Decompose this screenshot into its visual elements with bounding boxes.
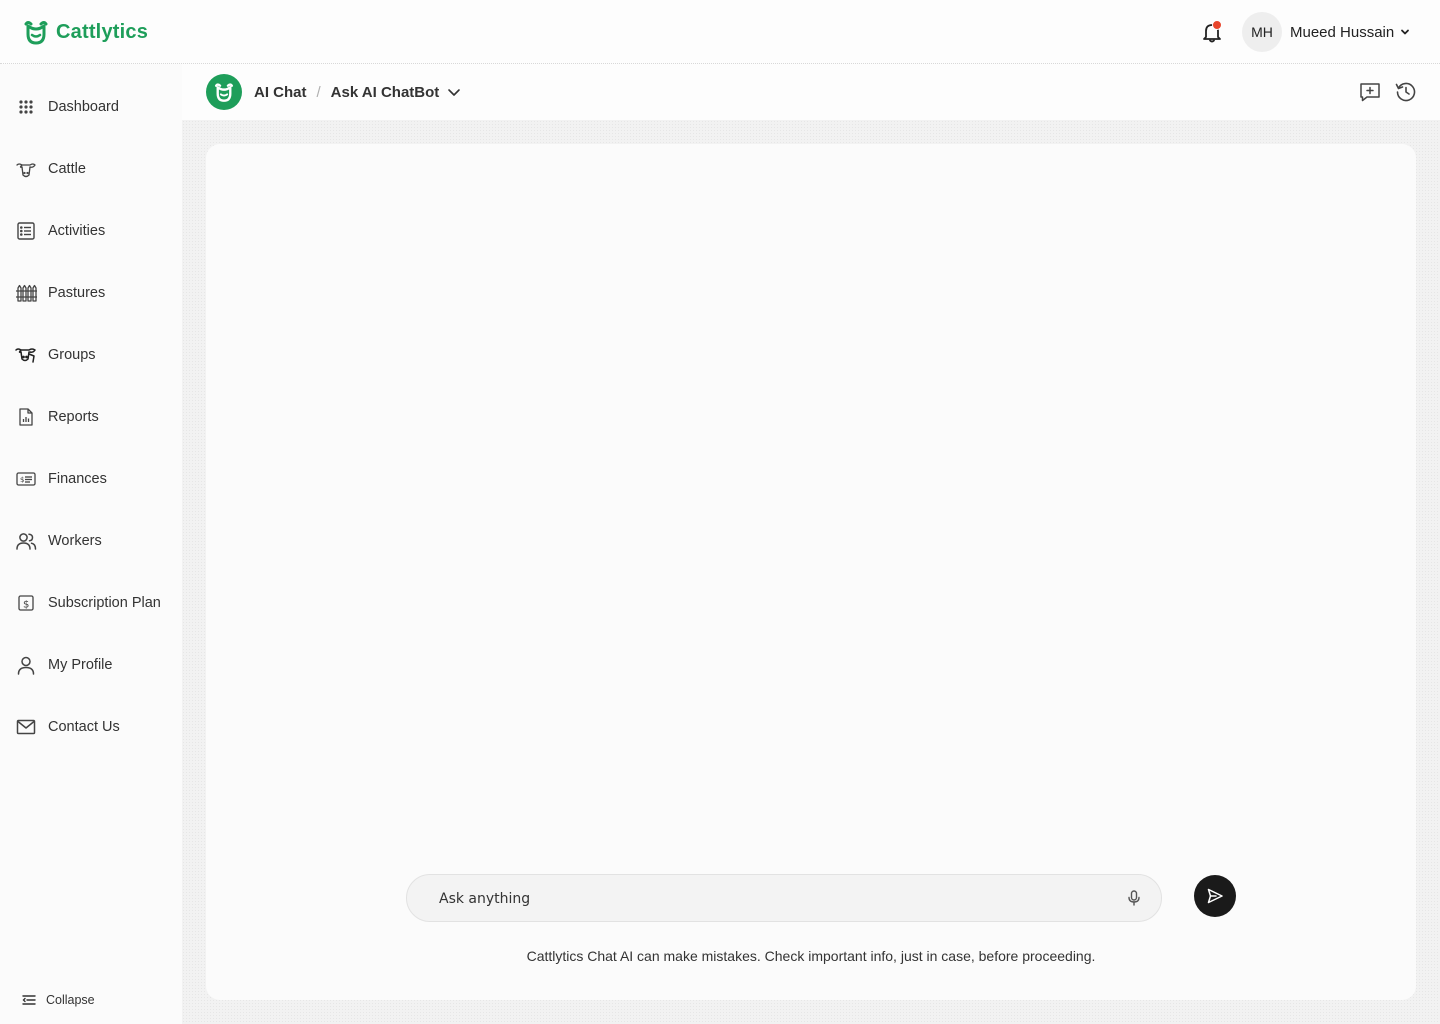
history-icon — [1395, 82, 1416, 102]
sidebar-item-activities[interactable]: Activities — [14, 217, 176, 245]
chat-panel — [206, 144, 1416, 1000]
user-icon — [14, 653, 38, 677]
sidebar-item-reports[interactable]: Reports — [14, 403, 176, 431]
sidebar-item-label: Workers — [48, 533, 102, 549]
svg-text:$: $ — [20, 476, 24, 484]
chevron-down-icon — [448, 89, 461, 96]
new-chat-button[interactable] — [1358, 80, 1382, 104]
users-icon — [14, 529, 38, 553]
notification-badge — [1212, 20, 1222, 30]
dollar-icon: $ — [14, 591, 38, 615]
fence-icon — [14, 281, 38, 305]
new-chat-icon — [1360, 83, 1380, 102]
sidebar-item-label: Pastures — [48, 285, 106, 301]
sidebar-item-workers[interactable]: Workers — [14, 527, 176, 555]
sidebar-item-label: Dashboard — [48, 99, 119, 115]
mail-icon — [14, 715, 38, 739]
avatar[interactable]: MH — [1242, 12, 1282, 52]
collapse-button[interactable]: Collapse — [22, 990, 95, 1010]
sidebar-item-cattle[interactable]: Cattle — [14, 155, 176, 183]
breadcrumb-current: Ask AI ChatBot — [330, 83, 440, 101]
report-icon — [14, 405, 38, 429]
chat-input[interactable] — [439, 887, 1099, 911]
breadcrumb: AI Chat / Ask AI ChatBot — [254, 82, 461, 102]
chat-input-container — [406, 874, 1162, 922]
svg-text:$: $ — [23, 600, 29, 611]
sidebar-item-label: Contact Us — [48, 719, 120, 735]
chatbot-avatar — [206, 74, 242, 110]
cattle-group-icon — [14, 343, 38, 367]
chat-subheader: AI Chat / Ask AI ChatBot — [182, 64, 1440, 120]
sidebar-item-dashboard[interactable]: Dashboard — [14, 93, 176, 121]
cattlytics-logo-icon — [214, 83, 234, 102]
grid-dots-icon — [14, 95, 38, 119]
cattlytics-logo-icon — [24, 21, 48, 45]
sidebar-item-groups[interactable]: Groups — [14, 341, 176, 369]
chatbot-selector[interactable]: Ask AI ChatBot — [331, 84, 462, 101]
sidebar-item-subscription-plan[interactable]: $ Subscription Plan — [14, 589, 176, 617]
voice-input-button[interactable] — [1118, 886, 1150, 910]
sidebar-item-contact-us[interactable]: Contact Us — [14, 713, 176, 741]
brand-name: Cattlytics — [56, 20, 149, 43]
microphone-icon — [1128, 890, 1140, 906]
top-header: Cattlytics MH Mueed Hussain — [0, 0, 1440, 64]
collapse-icon — [22, 995, 36, 1005]
sidebar-item-label: Cattle — [48, 161, 86, 177]
send-button[interactable] — [1194, 875, 1236, 917]
breadcrumb-root[interactable]: AI Chat — [254, 84, 307, 101]
sidebar-item-my-profile[interactable]: My Profile — [14, 651, 176, 679]
checklist-icon — [14, 219, 38, 243]
avatar-initials: MH — [1251, 24, 1273, 40]
sidebar-item-label: Finances — [48, 471, 107, 487]
breadcrumb-separator: / — [316, 83, 321, 101]
sidebar-item-pastures[interactable]: Pastures — [14, 279, 176, 307]
cow-head-icon — [14, 157, 38, 181]
money-card-icon: $ — [14, 467, 38, 491]
brand-logo[interactable]: Cattlytics — [22, 16, 148, 48]
user-menu[interactable]: Mueed Hussain — [1290, 22, 1410, 42]
chevron-down-icon — [1401, 29, 1410, 35]
sidebar-item-label: My Profile — [48, 657, 113, 673]
chat-history-button[interactable] — [1394, 80, 1418, 104]
ai-disclaimer: Cattlytics Chat AI can make mistakes. Ch… — [526, 948, 1096, 964]
sidebar-item-label: Reports — [48, 409, 99, 425]
sidebar: Dashboard Cattle Activities Pastures Gro… — [0, 64, 182, 1024]
collapse-label: Collapse — [46, 993, 95, 1007]
sidebar-item-label: Groups — [48, 347, 96, 363]
user-name: Mueed Hussain — [1290, 23, 1395, 41]
send-icon — [1207, 888, 1223, 904]
sidebar-item-finances[interactable]: $ Finances — [14, 465, 176, 493]
sidebar-item-label: Subscription Plan — [48, 595, 161, 611]
sidebar-item-label: Activities — [48, 223, 106, 239]
